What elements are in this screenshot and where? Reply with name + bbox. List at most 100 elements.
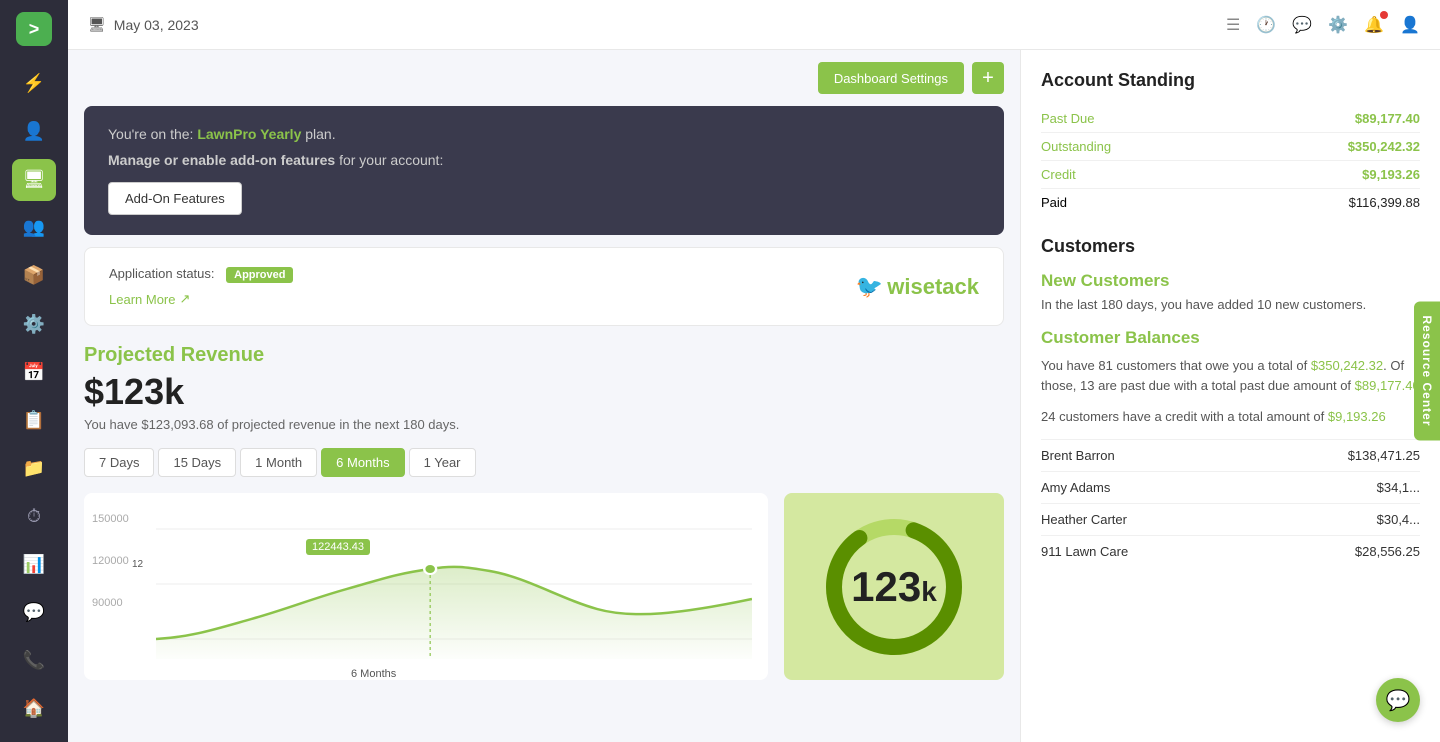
- sidebar-item-dashboard[interactable]: ⚡: [12, 62, 56, 104]
- sidebar-logo[interactable]: >: [16, 12, 52, 46]
- monitor-icon: 🖥: [88, 16, 106, 33]
- account-row-pastdue: Past Due $89,177.40: [1041, 105, 1420, 133]
- sidebar-item-packages[interactable]: 📦: [12, 255, 56, 297]
- sidebar-item-chat[interactable]: 💬: [12, 592, 56, 634]
- topbar-icons: ☰ 🕐 💬 ⚙️ 🔔 👤: [1226, 15, 1420, 35]
- months-label: 6 Months: [351, 668, 396, 680]
- gear-icon[interactable]: ⚙️: [1328, 15, 1348, 35]
- manage-suffix: for your account:: [339, 152, 443, 168]
- status-label: Application status: Approved: [109, 266, 856, 283]
- customers-section: Customers New Customers In the last 180 …: [1041, 236, 1420, 567]
- customer-value-3: $30,4...: [1377, 512, 1420, 527]
- sidebar-item-calendar[interactable]: 📅: [12, 351, 56, 393]
- y-label-120k: 120000: [92, 555, 129, 567]
- sidebar-item-home[interactable]: 🏠: [12, 688, 56, 730]
- chart-x-label: 6 Months: [351, 668, 396, 680]
- projected-revenue-title: Projected Revenue: [84, 344, 1004, 367]
- learn-more-link[interactable]: Learn More ↗: [109, 291, 856, 307]
- new-customers-title: New Customers: [1041, 271, 1420, 291]
- status-badge: Approved: [226, 267, 293, 283]
- filter-15days[interactable]: 15 Days: [158, 448, 236, 477]
- sidebar-item-monitor[interactable]: 🖥: [12, 159, 56, 201]
- donut-value: 123k: [851, 563, 937, 611]
- wisetack-text: wisetack: [887, 274, 979, 300]
- sidebar-item-time[interactable]: ⏱: [12, 495, 56, 537]
- customer-row-2: Amy Adams $34,1...: [1041, 471, 1420, 503]
- plan-banner: You're on the: LawnPro Yearly plan. Mana…: [84, 106, 1004, 235]
- pastdue-label: Past Due: [1041, 111, 1094, 126]
- left-panel: Dashboard Settings + You're on the: Lawn…: [68, 50, 1020, 742]
- customer-name-4: 911 Lawn Care: [1041, 544, 1128, 559]
- customer-value-4: $28,556.25: [1355, 544, 1420, 559]
- sidebar-item-customers[interactable]: 👤: [12, 111, 56, 153]
- credit-value: $9,193.26: [1362, 167, 1420, 182]
- chart-y-marker: 12: [132, 559, 143, 570]
- customer-row-4: 911 Lawn Care $28,556.25: [1041, 535, 1420, 567]
- comment-icon[interactable]: 💬: [1292, 15, 1312, 35]
- customer-row-3: Heather Carter $30,4...: [1041, 503, 1420, 535]
- plan-suffix: plan.: [305, 126, 335, 142]
- learn-more-text: Learn More: [109, 292, 175, 307]
- account-row-paid: Paid $116,399.88: [1041, 189, 1420, 216]
- projected-revenue-section: Projected Revenue $123k You have $123,09…: [84, 340, 1004, 684]
- balances-amount-1: $350,242.32: [1311, 358, 1383, 373]
- chat-icon: 💬: [1386, 688, 1411, 713]
- dashboard-settings-button[interactable]: Dashboard Settings: [818, 62, 964, 94]
- projected-revenue-amount: $123k: [84, 371, 1004, 413]
- customer-value-2: $34,1...: [1377, 480, 1420, 495]
- plan-name: LawnPro Yearly: [197, 126, 301, 142]
- chart-y-labels: 150000 120000 90000: [92, 513, 129, 609]
- topbar: 🖥 May 03, 2023 ☰ 🕐 💬 ⚙️ 🔔 👤: [68, 0, 1440, 50]
- tooltip-value: 122443.43: [312, 541, 364, 553]
- resource-center-tab[interactable]: Resource Center: [1414, 301, 1440, 440]
- add-widget-button[interactable]: +: [972, 62, 1004, 94]
- donut-suffix: k: [921, 576, 937, 607]
- topbar-date: 🖥 May 03, 2023: [88, 16, 199, 33]
- balances-title: Customer Balances: [1041, 328, 1420, 348]
- sidebar-item-team[interactable]: 👥: [12, 207, 56, 249]
- wisetack-logo: 🐦 wisetack: [856, 274, 979, 300]
- outstanding-value: $350,242.32: [1348, 139, 1420, 154]
- clock-icon[interactable]: 🕐: [1256, 15, 1276, 35]
- addon-features-button[interactable]: Add-On Features: [108, 182, 242, 215]
- content-area: Dashboard Settings + You're on the: Lawn…: [68, 50, 1440, 742]
- main-area: 🖥 May 03, 2023 ☰ 🕐 💬 ⚙️ 🔔 👤 Dashboard Se…: [68, 0, 1440, 742]
- notification-badge: [1380, 11, 1388, 19]
- filter-1month[interactable]: 1 Month: [240, 448, 317, 477]
- sidebar-item-calls[interactable]: 📞: [12, 640, 56, 682]
- paid-value: $116,399.88: [1349, 195, 1420, 210]
- app-status-card: Application status: Approved Learn More …: [84, 247, 1004, 326]
- external-link-icon: ↗: [179, 291, 190, 307]
- filter-6months[interactable]: 6 Months: [321, 448, 404, 477]
- filter-7days[interactable]: 7 Days: [84, 448, 154, 477]
- chart-svg: [156, 509, 752, 659]
- credit-label: Credit: [1041, 167, 1076, 182]
- sidebar-item-files[interactable]: 📁: [12, 447, 56, 489]
- plan-prefix: You're on the:: [108, 126, 193, 142]
- date-label: May 03, 2023: [114, 17, 199, 33]
- wisetack-icon: 🐦: [856, 274, 883, 300]
- dashboard-header: Dashboard Settings +: [84, 62, 1004, 94]
- customer-name-3: Heather Carter: [1041, 512, 1127, 527]
- filter-1year[interactable]: 1 Year: [409, 448, 476, 477]
- plan-text: You're on the: LawnPro Yearly plan.: [108, 126, 980, 142]
- list-icon[interactable]: ☰: [1226, 15, 1240, 35]
- sidebar-item-settings[interactable]: ⚙️: [12, 303, 56, 345]
- customer-value-1: $138,471.25: [1348, 448, 1420, 463]
- sidebar-item-tasks[interactable]: 📋: [12, 399, 56, 441]
- balances-desc: You have 81 customers that owe you a tot…: [1041, 356, 1420, 395]
- right-panel: Account Standing Past Due $89,177.40 Out…: [1020, 50, 1440, 742]
- chart-container: 150000 120000 90000: [84, 493, 1004, 680]
- app-status-left: Application status: Approved Learn More …: [109, 266, 856, 307]
- donut-center: 123k: [851, 563, 937, 611]
- user-icon[interactable]: 👤: [1400, 15, 1420, 35]
- notification-icon[interactable]: 🔔: [1364, 15, 1384, 35]
- account-row-credit: Credit $9,193.26: [1041, 161, 1420, 189]
- balances-amount-3: $9,193.26: [1328, 409, 1386, 424]
- balances-desc-credit: 24 customers have a credit with a total …: [1041, 407, 1420, 427]
- sidebar: > ⚡ 👤 🖥 👥 📦 ⚙️ 📅 📋 📁 ⏱ 📊 💬 📞 🏠: [0, 0, 68, 742]
- chat-bubble[interactable]: 💬: [1376, 678, 1420, 722]
- account-row-outstanding: Outstanding $350,242.32: [1041, 133, 1420, 161]
- sidebar-item-reports[interactable]: 📊: [12, 544, 56, 586]
- customers-title: Customers: [1041, 236, 1420, 257]
